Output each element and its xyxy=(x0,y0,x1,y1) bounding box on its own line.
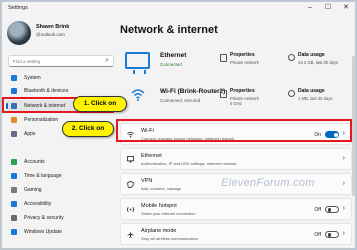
sidebar-item-gaming[interactable]: Gaming xyxy=(6,184,114,196)
properties-icon xyxy=(220,90,227,98)
vpn-shield-icon xyxy=(127,181,134,188)
data-usage-icon xyxy=(288,90,295,97)
airplane-mode-card[interactable]: Airplane mode Stop all wireless communic… xyxy=(120,223,352,245)
highlight-wifi-card xyxy=(116,119,352,142)
avatar[interactable] xyxy=(7,21,31,45)
accessibility-icon xyxy=(11,201,17,207)
sidebar-item-label: Accessibility xyxy=(24,201,52,207)
apps-icon xyxy=(11,131,17,137)
sidebar-item-label: Bluetooth & devices xyxy=(24,88,69,94)
search-placeholder: Find a setting xyxy=(13,59,41,64)
airplane-toggle-state: Off xyxy=(314,232,321,238)
ethernet-data-usage-link[interactable]: Data usage xyxy=(298,52,325,58)
card-title: Ethernet xyxy=(141,153,162,159)
scrollbar[interactable] xyxy=(352,56,355,196)
watermark: ElevenForum.com xyxy=(221,177,315,189)
hotspot-icon xyxy=(127,207,134,212)
title-bar: Settings – ☐ ✕ xyxy=(2,2,355,16)
sidebar-item-windows-update[interactable]: Windows Update xyxy=(6,226,114,238)
data-usage-icon xyxy=(288,54,295,61)
sidebar-item-label: Apps xyxy=(24,131,36,137)
ethernet-properties-sub: Private network xyxy=(230,60,259,65)
sidebar-item-time-language[interactable]: Time & language xyxy=(6,170,114,182)
system-icon xyxy=(11,75,17,81)
mobile-hotspot-card[interactable]: Mobile hotspot Share your internet conne… xyxy=(120,198,352,220)
accounts-icon xyxy=(11,159,17,165)
sidebar-item-label: Windows Update xyxy=(24,229,62,235)
close-button[interactable]: ✕ xyxy=(337,2,355,14)
ethernet-monitor-icon xyxy=(125,52,150,74)
card-subtitle: Add, connect, manage xyxy=(141,186,182,191)
sidebar-item-label: Privacy & security xyxy=(24,215,64,221)
user-email: @outlook.com xyxy=(36,32,65,37)
wifi-icon xyxy=(131,89,145,101)
ethernet-icon xyxy=(127,156,134,163)
sidebar-item-label: Time & language xyxy=(24,173,62,179)
gaming-icon xyxy=(11,187,17,193)
wifi-band: 5 GHz xyxy=(230,101,242,106)
chevron-right-icon: › xyxy=(342,180,345,187)
card-subtitle: Share your internet connection xyxy=(141,211,196,216)
wifi-data-usage-link[interactable]: Data usage xyxy=(298,88,325,94)
search-input[interactable]: Find a setting ⌕ xyxy=(8,55,114,67)
shield-icon xyxy=(11,215,17,221)
sidebar-item-system[interactable]: System xyxy=(6,72,114,84)
search-icon: ⌕ xyxy=(105,57,109,64)
bluetooth-icon xyxy=(11,88,17,94)
maximize-button[interactable]: ☐ xyxy=(319,2,337,14)
callout-step-1: 1. Click on xyxy=(73,96,127,112)
card-title: Airplane mode xyxy=(141,228,177,234)
hotspot-toggle[interactable] xyxy=(325,206,339,213)
ethernet-settings-card[interactable]: Ethernet Authentication, IP and DNS sett… xyxy=(120,148,352,170)
card-subtitle: Authentication, IP and DNS settings, met… xyxy=(141,161,237,166)
ethernet-properties-link[interactable]: Properties xyxy=(230,52,255,58)
sidebar-item-label: Gaming xyxy=(24,187,42,193)
card-title: VPN xyxy=(141,178,153,184)
airplane-icon xyxy=(127,231,134,238)
chevron-right-icon: › xyxy=(342,205,345,212)
hotspot-toggle-state: Off xyxy=(314,207,321,213)
wifi-properties-link[interactable]: Properties xyxy=(230,88,255,94)
clock-icon xyxy=(11,173,17,179)
personalization-icon xyxy=(11,117,17,123)
user-name: Shawn Brink xyxy=(36,24,70,30)
chevron-right-icon: › xyxy=(342,230,345,237)
wifi-status: Connected, secured xyxy=(160,98,201,103)
card-subtitle: Stop all wireless communication xyxy=(141,236,198,241)
ethernet-data-usage-sub: 24.2 GB, last 30 days xyxy=(298,60,339,65)
window-title: Settings xyxy=(8,5,28,11)
sidebar-item-accounts[interactable]: Accounts xyxy=(6,156,114,168)
airplane-toggle[interactable] xyxy=(325,231,339,238)
sidebar-item-label: Accounts xyxy=(24,159,45,165)
properties-icon xyxy=(220,54,227,62)
wifi-network-name: Wi-Fi (Brink-Router2) xyxy=(160,88,226,95)
chevron-right-icon: › xyxy=(342,155,345,162)
update-icon xyxy=(11,229,17,235)
ethernet-name: Ethernet xyxy=(160,52,187,59)
wifi-data-usage-sub: 1 MB, last 30 days xyxy=(298,96,333,101)
page-title: Network & internet xyxy=(120,24,218,36)
sidebar-item-label: System xyxy=(24,75,41,81)
card-title: Mobile hotspot xyxy=(141,203,177,209)
network-status-panel: Ethernet Connected Properties Private ne… xyxy=(120,44,352,128)
ethernet-status: Connected xyxy=(160,62,182,67)
minimize-button[interactable]: – xyxy=(301,2,319,14)
sidebar-item-accessibility[interactable]: Accessibility xyxy=(6,198,114,210)
callout-step-2: 2. Click on xyxy=(62,121,114,137)
sidebar-item-privacy[interactable]: Privacy & security xyxy=(6,212,114,224)
sidebar-item-label: Personalization xyxy=(24,117,59,123)
